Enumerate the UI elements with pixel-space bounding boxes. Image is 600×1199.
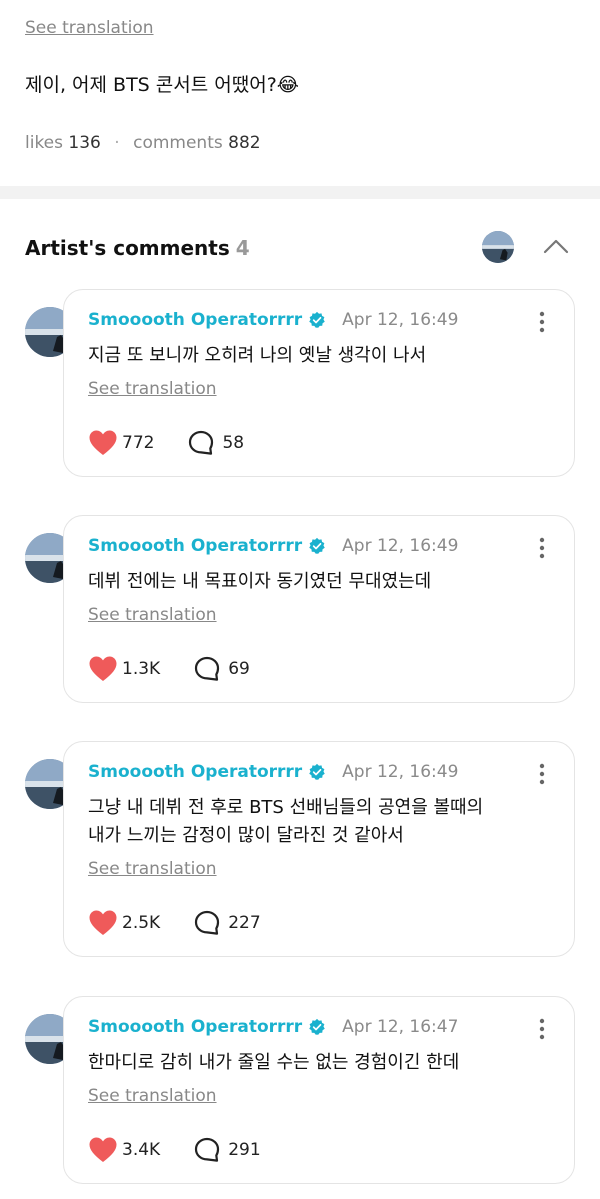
comment-card: Smooooth Operatorrrr Apr 12, 16:47 한마디로 … — [0, 996, 600, 1186]
collapse-chevron-up-icon[interactable] — [540, 231, 572, 263]
comment-text-line: 지금 또 보니까 오히려 나의 옛날 생각이 나서 — [88, 345, 427, 366]
author-name[interactable]: Smooooth Operatorrrr — [88, 536, 302, 556]
post-see-translation-link[interactable]: See translation — [25, 18, 154, 38]
comments-label: comments — [133, 133, 223, 153]
more-options-icon[interactable] — [532, 536, 552, 560]
comment-bubble: Smooooth Operatorrrr Apr 12, 16:49 데뷔 전에… — [63, 515, 575, 703]
more-options-icon[interactable] — [532, 310, 552, 334]
comment-header: Smooooth Operatorrrr Apr 12, 16:49 — [88, 536, 458, 556]
comment-actions: 3.4K 291 — [88, 1136, 261, 1164]
see-translation-link[interactable]: See translation — [88, 1086, 217, 1106]
section-count: 4 — [235, 236, 250, 260]
separator-dot: · — [114, 133, 120, 153]
like-count: 1.3K — [122, 659, 161, 679]
comment-text-line: 그냥 내 데뷔 전 후로 BTS 선배님들의 공연을 볼때의 — [88, 797, 484, 818]
artist-avatar-small[interactable] — [482, 231, 514, 263]
comment-time: Apr 12, 16:49 — [342, 536, 459, 556]
reply-button[interactable]: 58 — [188, 430, 244, 456]
comment-text-line: 데뷔 전에는 내 목표이자 동기였던 무대였는데 — [88, 571, 432, 592]
speech-bubble-icon — [195, 910, 220, 935]
reply-button[interactable]: 69 — [194, 656, 250, 682]
artist-comments-header: Artist's comments 4 — [0, 199, 600, 289]
like-count: 772 — [122, 433, 155, 453]
comment-bubble: Smooooth Operatorrrr Apr 12, 16:47 한마디로 … — [63, 996, 575, 1184]
more-options-icon[interactable] — [532, 1017, 552, 1041]
see-translation-link[interactable]: See translation — [88, 859, 217, 879]
heart-icon — [89, 910, 117, 935]
more-options-icon[interactable] — [532, 762, 552, 786]
author-name[interactable]: Smooooth Operatorrrr — [88, 310, 302, 330]
heart-icon — [89, 656, 117, 681]
post-stats: likes 136 · comments 882 — [25, 133, 261, 153]
comment-card: Smooooth Operatorrrr Apr 12, 16:49 데뷔 전에… — [0, 515, 600, 705]
comment-text: 한마디로 감히 내가 줄일 수는 없는 경험이긴 한데 — [88, 1049, 459, 1077]
like-button[interactable]: 2.5K — [88, 909, 160, 937]
author-name[interactable]: Smooooth Operatorrrr — [88, 1017, 302, 1037]
like-button[interactable]: 772 — [88, 429, 154, 457]
comment-text: 데뷔 전에는 내 목표이자 동기였던 무대였는데 — [88, 568, 431, 596]
post-area: See translation 제이, 어제 BTS 콘서트 어땠어?😂 lik… — [0, 0, 600, 186]
speech-bubble-icon — [195, 1137, 220, 1162]
speech-bubble-icon — [195, 656, 220, 681]
comment-text: 지금 또 보니까 오히려 나의 옛날 생각이 나서 — [88, 342, 426, 370]
verified-badge-icon — [309, 1018, 325, 1035]
verified-badge-icon — [309, 763, 325, 780]
reply-count: 58 — [222, 433, 245, 453]
reply-count: 227 — [228, 913, 261, 933]
author-name[interactable]: Smooooth Operatorrrr — [88, 762, 302, 782]
comment-header: Smooooth Operatorrrr Apr 12, 16:49 — [88, 762, 458, 782]
like-button[interactable]: 1.3K — [88, 655, 160, 683]
reply-button[interactable]: 227 — [194, 910, 261, 936]
comment-card: Smooooth Operatorrrr Apr 12, 16:49 지금 또 … — [0, 289, 600, 479]
reply-count: 69 — [228, 659, 250, 679]
comment-actions: 1.3K 69 — [88, 655, 250, 683]
likes-count: 136 — [68, 133, 101, 153]
post-text: 제이, 어제 BTS 콘서트 어땠어?😂 — [25, 74, 299, 96]
comment-time: Apr 12, 16:49 — [342, 762, 459, 782]
comment-time: Apr 12, 16:47 — [342, 1017, 459, 1037]
comment-actions: 772 58 — [88, 429, 244, 457]
comment-bubble: Smooooth Operatorrrr Apr 12, 16:49 지금 또 … — [63, 289, 575, 477]
comments-count: 882 — [228, 133, 261, 153]
heart-icon — [89, 430, 117, 455]
speech-bubble-icon — [189, 430, 214, 455]
verified-badge-icon — [309, 537, 325, 554]
comment-time: Apr 12, 16:49 — [342, 310, 459, 330]
comment-bubble: Smooooth Operatorrrr Apr 12, 16:49 그냥 내 … — [63, 741, 575, 957]
reply-count: 291 — [228, 1140, 261, 1160]
comment-header: Smooooth Operatorrrr Apr 12, 16:47 — [88, 1017, 458, 1037]
comment-text-line: 한마디로 감히 내가 줄일 수는 없는 경험이긴 한데 — [88, 1052, 460, 1073]
comment-text: 그냥 내 데뷔 전 후로 BTS 선배님들의 공연을 볼때의 내가 느끼는 감정… — [88, 794, 483, 850]
like-count: 3.4K — [122, 1140, 161, 1160]
reply-button[interactable]: 291 — [194, 1137, 261, 1163]
comment-card: Smooooth Operatorrrr Apr 12, 16:49 그냥 내 … — [0, 741, 600, 957]
comment-header: Smooooth Operatorrrr Apr 12, 16:49 — [88, 310, 458, 330]
see-translation-link[interactable]: See translation — [88, 605, 217, 625]
likes-label: likes — [25, 133, 64, 153]
comment-text-line: 내가 느끼는 감정이 많이 달라진 것 같아서 — [88, 825, 404, 846]
comment-actions: 2.5K 227 — [88, 909, 261, 937]
heart-icon — [89, 1137, 117, 1162]
section-title-text: Artist's comments — [25, 236, 230, 260]
section-divider — [0, 186, 600, 199]
verified-badge-icon — [309, 311, 325, 328]
see-translation-link[interactable]: See translation — [88, 379, 217, 399]
like-count: 2.5K — [122, 913, 161, 933]
like-button[interactable]: 3.4K — [88, 1136, 160, 1164]
section-title: Artist's comments 4 — [25, 236, 250, 260]
